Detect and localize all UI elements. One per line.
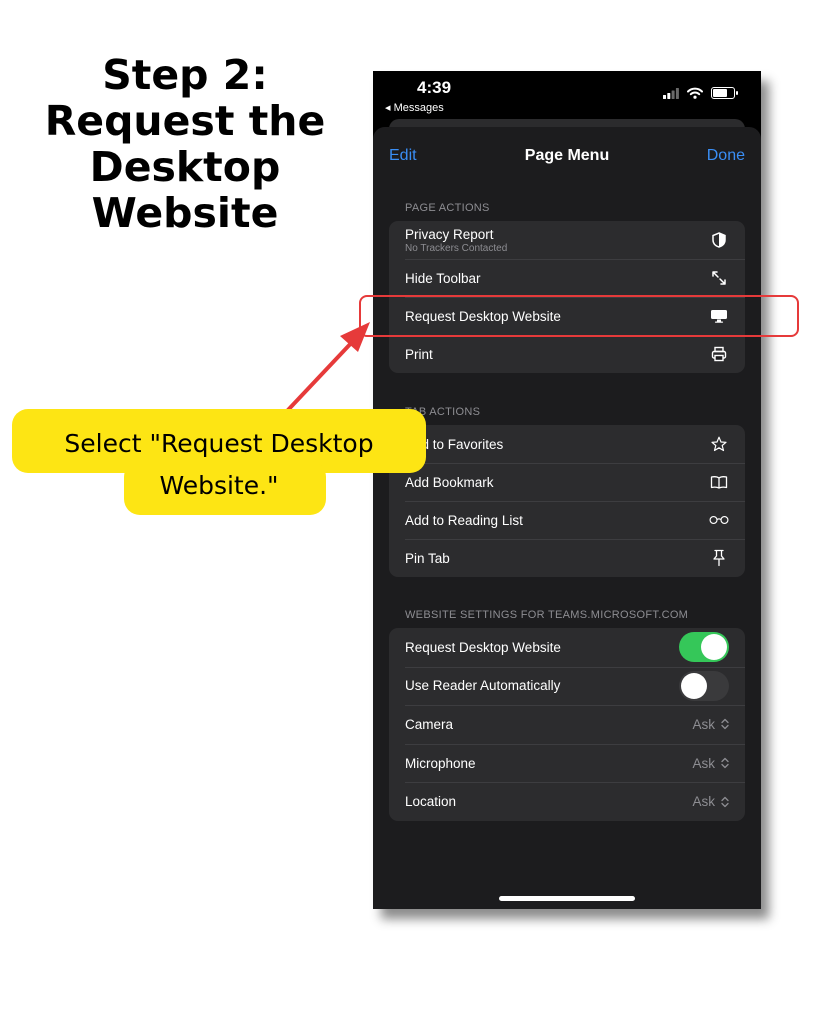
microphone-setting[interactable]: Microphone Ask [389, 743, 745, 783]
privacy-report-label: Privacy Report [405, 226, 494, 242]
phone-screenshot: 4:39 ◂ Messages Edit Page Menu Done PAGE… [373, 71, 761, 909]
step-title: Step 2: Request the Desktop Website [30, 52, 340, 236]
microphone-value: Ask [692, 755, 715, 771]
microphone-select[interactable]: Ask [692, 756, 729, 771]
status-time: 4:39 [417, 78, 452, 97]
chevron-updown-icon [721, 719, 729, 730]
tab-actions-group: Add to Favorites Add Bookmark Add to Rea… [389, 425, 745, 577]
use-reader-automatically-toggle[interactable] [679, 670, 729, 701]
page-actions-label: PAGE ACTIONS [405, 202, 490, 214]
home-indicator [499, 896, 635, 901]
add-bookmark-item[interactable]: Add Bookmark [389, 463, 745, 501]
page-menu-sheet: Edit Page Menu Done PAGE ACTIONS Privacy… [373, 127, 761, 909]
book-icon [709, 472, 729, 492]
back-to-messages-link[interactable]: ◂ Messages [385, 101, 444, 114]
website-settings-label: WEBSITE SETTINGS FOR TEAMS.MICROSOFT.COM [405, 609, 689, 621]
step-title-line: Website [91, 189, 279, 237]
hide-toolbar-label: Hide Toolbar [405, 270, 481, 286]
status-bar: 4:39 ◂ Messages [373, 71, 761, 121]
pin-icon [709, 548, 729, 568]
chevron-updown-icon [721, 757, 729, 769]
edit-button[interactable]: Edit [389, 147, 417, 165]
website-settings-group: Request Desktop Website Use Reader Autom… [389, 628, 745, 821]
location-select[interactable]: Ask [692, 794, 729, 809]
use-reader-automatically-label: Use Reader Automatically [405, 678, 561, 694]
print-item[interactable]: Print [389, 335, 745, 373]
status-icons [663, 87, 738, 99]
step-title-line: Desktop [89, 143, 281, 191]
expand-arrows-icon [709, 268, 729, 288]
request-desktop-website-setting-label: Request Desktop Website [405, 639, 561, 655]
privacy-report-sublabel: No Trackers Contacted [405, 242, 508, 254]
instruction-callout: Select "Request Desktop Website." [12, 409, 426, 515]
camera-setting[interactable]: Camera Ask [389, 705, 745, 744]
glasses-icon [709, 510, 729, 530]
add-to-favorites-label: Add to Favorites [405, 436, 504, 452]
microphone-label: Microphone [405, 755, 476, 771]
add-to-reading-list-item[interactable]: Add to Reading List [389, 501, 745, 539]
callout-line: Website." [159, 471, 279, 500]
print-label: Print [405, 346, 433, 362]
camera-value: Ask [692, 716, 715, 732]
page-menu-title: Page Menu [524, 147, 610, 164]
add-to-reading-list-label: Add to Reading List [405, 512, 523, 528]
add-bookmark-label: Add Bookmark [405, 474, 494, 490]
highlight-box [359, 295, 799, 337]
privacy-report-item[interactable]: Privacy Report No Trackers Contacted [389, 221, 745, 259]
pin-tab-item[interactable]: Pin Tab [389, 539, 745, 577]
step-title-line: Step 2: [102, 51, 268, 99]
use-reader-automatically-setting: Use Reader Automatically [389, 666, 745, 706]
request-desktop-website-setting: Request Desktop Website [389, 628, 745, 667]
chevron-updown-icon [721, 796, 729, 807]
battery-icon [711, 87, 738, 99]
step-title-line: Request the [44, 97, 326, 145]
location-setting[interactable]: Location Ask [389, 782, 745, 821]
printer-icon [709, 344, 729, 364]
request-desktop-website-toggle[interactable] [679, 632, 729, 663]
add-to-favorites-item[interactable]: Add to Favorites [389, 425, 745, 463]
camera-select[interactable]: Ask [692, 717, 729, 732]
location-label: Location [405, 794, 457, 810]
star-icon [709, 434, 729, 454]
camera-label: Camera [405, 716, 454, 732]
callout-line: Select "Request Desktop [64, 429, 374, 458]
hide-toolbar-item[interactable]: Hide Toolbar [389, 259, 745, 297]
wifi-icon [687, 87, 703, 99]
callout-text: Select "Request Desktop Website." [12, 423, 426, 507]
pin-tab-label: Pin Tab [405, 550, 450, 566]
done-button[interactable]: Done [707, 147, 745, 165]
shield-icon [709, 230, 729, 250]
signal-icon [663, 87, 679, 99]
location-value: Ask [692, 794, 715, 810]
